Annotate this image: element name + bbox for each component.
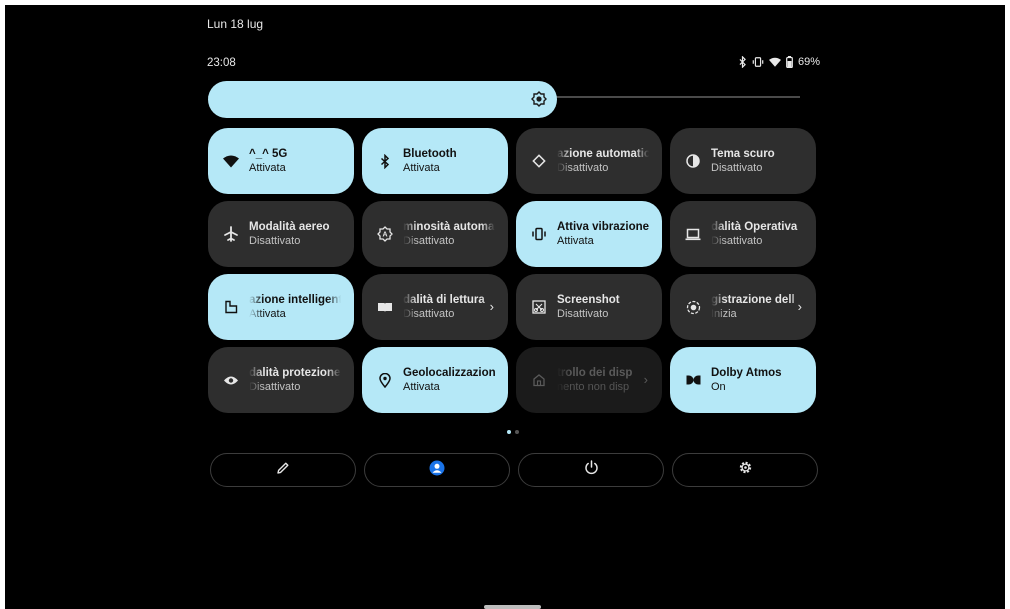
tile-status: Attivata xyxy=(557,235,594,247)
date-label: Lun 18 lug xyxy=(207,17,264,31)
tile-status: Disattivato xyxy=(403,235,455,247)
tile-status: On xyxy=(711,381,726,393)
laptop-icon xyxy=(682,223,704,245)
page-dot xyxy=(515,430,519,434)
tile-title: dalità di lettura xyxy=(403,294,485,306)
tile-status: nento non disp xyxy=(557,381,630,393)
eye-icon xyxy=(220,369,242,391)
tile-wifi[interactable]: ^_^ 5G Attivata xyxy=(208,128,354,194)
tile-status: Disattivato xyxy=(557,162,609,174)
brightness-slider[interactable] xyxy=(208,81,557,118)
tile-vibrate[interactable]: Attiva vibrazione Attivata xyxy=(516,201,662,267)
tile-auto-brightness[interactable]: A minosità automatic Disattivato xyxy=(362,201,508,267)
tile-status: Disattivato xyxy=(403,308,455,320)
screenshot-icon xyxy=(528,296,550,318)
tile-status: Inizia xyxy=(711,308,737,320)
vibrate-icon xyxy=(528,223,550,245)
tile-status: Disattivato xyxy=(711,162,763,174)
clock: 23:08 xyxy=(207,57,236,69)
tile-title: gistrazione dell xyxy=(711,294,795,306)
battery-icon xyxy=(786,56,793,68)
auto-rotate-icon xyxy=(528,150,550,172)
tile-title: Modalità aereo xyxy=(249,221,330,233)
wifi-icon xyxy=(220,150,242,172)
tile-title: Tema scuro xyxy=(711,148,775,160)
airplane-icon xyxy=(220,223,242,245)
chevron-right-icon: › xyxy=(643,372,648,387)
tile-title: minosità automatic xyxy=(403,221,495,233)
tile-smart-rotate[interactable]: azione intelligente Attivata xyxy=(208,274,354,340)
screen-record-icon xyxy=(682,296,704,318)
bluetooth-status-icon xyxy=(738,56,747,68)
tile-title: Geolocalizzazione xyxy=(403,367,495,379)
chevron-right-icon: › xyxy=(489,299,494,314)
tile-auto-rotate[interactable]: azione automatica Disattivato xyxy=(516,128,662,194)
tile-dark-theme[interactable]: Tema scuro Disattivato xyxy=(670,128,816,194)
pencil-icon xyxy=(276,461,290,480)
battery-percent: 69% xyxy=(797,56,820,68)
reading-mode-icon xyxy=(374,296,396,318)
tile-status: Disattivato xyxy=(557,308,609,320)
power-button[interactable] xyxy=(518,453,664,487)
tile-title: ^_^ 5G xyxy=(249,148,288,160)
gear-icon xyxy=(738,460,753,480)
tile-status: Disattivato xyxy=(249,235,301,247)
quick-settings-panel: Lun 18 lug 23:08 69% ^_^ 5G Attivata Blue… xyxy=(5,5,1005,609)
tile-dolby-atmos[interactable]: Dolby Atmos On xyxy=(670,347,816,413)
tile-status: Attivata xyxy=(403,381,440,393)
dark-theme-icon xyxy=(682,150,704,172)
tile-title: azione intelligente xyxy=(249,294,341,306)
location-icon xyxy=(374,369,396,391)
tile-bluetooth[interactable]: Bluetooth Attivata xyxy=(362,128,508,194)
page-indicator xyxy=(507,430,519,434)
user-icon xyxy=(429,460,445,481)
page-dot-active xyxy=(507,430,511,434)
tile-status: Attivata xyxy=(249,162,286,174)
navigation-handle[interactable] xyxy=(484,605,541,609)
tile-status: Disattivato xyxy=(711,235,763,247)
tile-title: trollo dei disp xyxy=(557,367,633,379)
tile-title: Bluetooth xyxy=(403,148,457,160)
auto-brightness-icon: A xyxy=(374,223,396,245)
tile-title: azione automatica xyxy=(557,148,649,160)
tile-title: Dolby Atmos xyxy=(711,367,782,379)
user-switcher-button[interactable] xyxy=(364,453,510,487)
status-bar: 69% xyxy=(730,54,820,70)
tile-reading-mode[interactable]: dalità di lettura Disattivato › xyxy=(362,274,508,340)
tile-screenshot[interactable]: Screenshot Disattivato xyxy=(516,274,662,340)
tile-location[interactable]: Geolocalizzazione Attivata xyxy=(362,347,508,413)
dolby-icon xyxy=(682,369,704,391)
tile-airplane-mode[interactable]: Modalità aereo Disattivato xyxy=(208,201,354,267)
tile-status: Disattivato xyxy=(249,381,301,393)
tile-eye-protection[interactable]: dalità protezione o Disattivato xyxy=(208,347,354,413)
tile-title: Attiva vibrazione xyxy=(557,221,649,233)
smart-rotate-icon xyxy=(220,296,242,318)
settings-button[interactable] xyxy=(672,453,818,487)
tile-work-mode[interactable]: dalità Operativa Disattivato xyxy=(670,201,816,267)
vibrate-status-icon xyxy=(752,56,764,68)
power-icon xyxy=(584,460,599,480)
tile-screen-record[interactable]: gistrazione dell Inizia › xyxy=(670,274,816,340)
tile-title: dalità protezione o xyxy=(249,367,341,379)
tile-status: Attivata xyxy=(249,308,286,320)
tile-title: dalità Operativa xyxy=(711,221,798,233)
tile-device-controls[interactable]: trollo dei disp nento non disp › xyxy=(516,347,662,413)
chevron-right-icon: › xyxy=(797,299,802,314)
brightness-icon[interactable] xyxy=(531,91,547,107)
edit-button[interactable] xyxy=(210,453,356,487)
svg-text:A: A xyxy=(382,232,387,239)
tile-status: Attivata xyxy=(403,162,440,174)
tile-title: Screenshot xyxy=(557,294,620,306)
wifi-status-icon xyxy=(768,57,781,68)
home-icon xyxy=(528,369,550,391)
bluetooth-icon xyxy=(374,150,396,172)
